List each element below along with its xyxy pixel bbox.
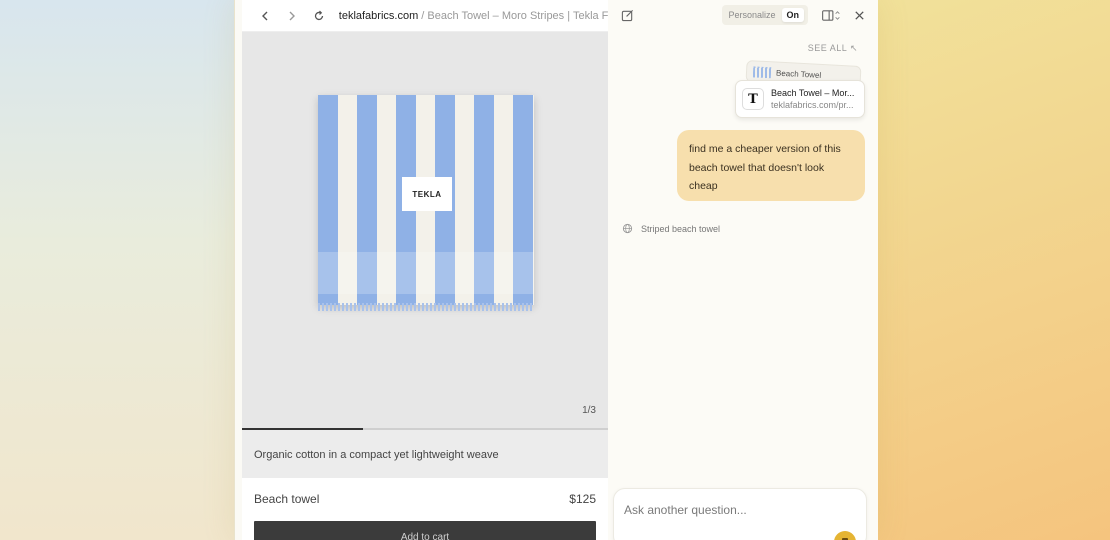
close-icon [854,10,864,20]
browser-window: teklafabrics.com / Beach Towel – Moro St… [234,0,878,540]
personalize-state[interactable]: On [781,8,804,22]
context-card-text: Beach Towel – Mor... teklafabrics.com/pr… [771,88,854,110]
context-card-title: Beach Towel – Mor... [771,88,855,98]
chevron-left-icon [262,11,268,20]
see-all-link[interactable]: SEE ALL ↖ [808,43,858,54]
panel-icons [818,6,868,24]
see-all-label: SEE ALL [807,43,847,53]
new-chat-button[interactable] [618,6,636,24]
ask-input[interactable] [624,503,824,517]
panel-toolbar: Personalize On [608,0,878,30]
send-button[interactable] [834,531,856,540]
context-card-url: teklafabrics.com/pr... [771,100,854,110]
towel-fringe [318,303,534,311]
globe-icon [622,223,633,234]
url-page-title: Beach Towel – Moro Stripes | Tekla F... [427,9,608,22]
reload-icon [315,10,324,20]
towel-fold [318,252,534,294]
product-gallery[interactable]: TEKLA 1/3 [242,32,608,430]
site-favicon: T [742,88,764,110]
personalize-toggle[interactable]: Personalize On [722,5,808,25]
product-price: $125 [569,492,596,506]
url-domain: teklafabrics.com [338,9,419,22]
web-page: teklafabrics.com / Beach Towel – Moro St… [242,0,608,540]
assistant-panel: Personalize On SEE ALL ↖ Beach Towel T B… [608,0,878,540]
url-field[interactable]: teklafabrics.com / Beach Towel – Moro St… [339,10,608,22]
close-panel-button[interactable] [850,6,868,24]
forward-button[interactable] [279,4,306,28]
product-image: TEKLA [318,95,534,311]
product-name: Beach towel [254,492,320,506]
personalize-label: Personalize [728,10,776,20]
product-info-row: Beach towel $125 [254,492,596,506]
chevron-right-icon [289,11,296,20]
compose-icon [621,9,633,21]
layout-switch-button[interactable] [818,6,844,24]
product-description: Organic cotton in a compact yet lightwei… [242,430,608,478]
background-left [0,0,235,540]
add-to-cart-button[interactable]: Add to cart [254,521,596,540]
user-message-bubble: find me a cheaper version of this beach … [677,130,865,201]
sidebar-layout-icon [822,9,840,21]
brand-tag: TEKLA [402,177,452,211]
context-card-stacked-title: Beach Towel [775,68,822,80]
search-step[interactable]: Striped beach towel [622,223,720,234]
context-card[interactable]: T Beach Towel – Mor... teklafabrics.com/… [735,80,865,118]
address-bar: teklafabrics.com / Beach Towel – Moro St… [242,0,608,32]
background-right [875,0,1110,540]
back-button[interactable] [252,4,279,28]
ask-box [613,488,867,540]
search-step-label: Striped beach towel [641,223,721,234]
image-counter: 1/3 [582,405,596,416]
reload-button[interactable] [306,4,333,28]
expand-icon: ↖ [849,43,858,53]
thumbnail-stripes-icon [752,65,772,78]
